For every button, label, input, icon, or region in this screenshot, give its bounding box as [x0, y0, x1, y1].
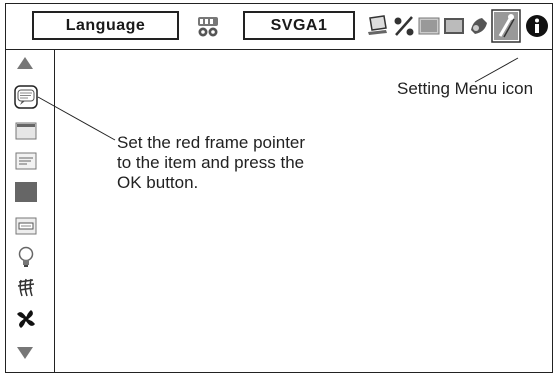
- current-menu-name: Language: [32, 11, 179, 40]
- pointer-instruction-line: Set the red frame pointer: [117, 133, 306, 152]
- fan-control-icon[interactable]: [15, 308, 37, 330]
- top-menu-bar: Language SVGA1: [5, 3, 553, 50]
- image-adjust-icon[interactable]: [417, 14, 441, 38]
- language-icon[interactable]: [14, 85, 38, 109]
- logo-icon[interactable]: [15, 215, 37, 237]
- input-select-icon[interactable]: [196, 14, 220, 38]
- fan-icon[interactable]: [15, 276, 37, 298]
- pointer-instruction-line: OK button.: [117, 173, 199, 192]
- blank-color-icon[interactable]: [15, 181, 37, 203]
- setting-menu-callout: Setting Menu icon: [397, 79, 534, 98]
- input-source-display: SVGA1: [243, 11, 355, 40]
- pointer-instruction: Set the red frame pointer to the item an…: [117, 133, 305, 193]
- pointer-instruction-line: to the item and press the: [117, 153, 305, 172]
- screen-icon[interactable]: [442, 14, 466, 38]
- scroll-down-icon[interactable]: [16, 345, 34, 361]
- lamp-icon[interactable]: [15, 246, 37, 268]
- scroll-up-icon[interactable]: [16, 55, 34, 71]
- sound-icon[interactable]: [467, 14, 491, 38]
- display-icon[interactable]: [15, 150, 37, 172]
- submenu-sidebar: [5, 50, 55, 373]
- image-select-icon[interactable]: [392, 14, 416, 38]
- pc-adjust-icon[interactable]: [365, 14, 389, 38]
- setting-menu-icon[interactable]: [491, 9, 521, 43]
- info-icon[interactable]: [525, 14, 549, 38]
- menu-position-icon[interactable]: [15, 120, 37, 142]
